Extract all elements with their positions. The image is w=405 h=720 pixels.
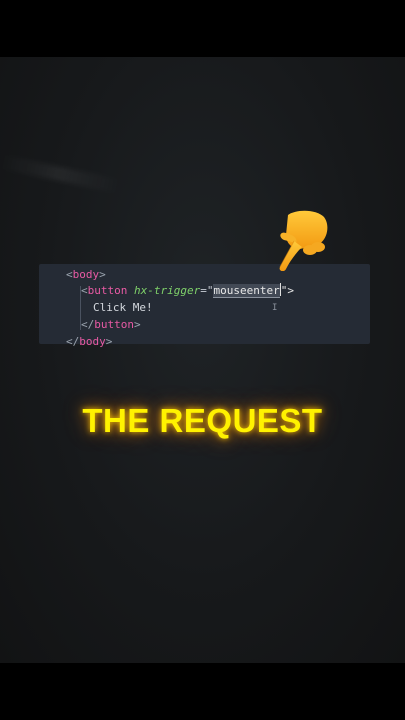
code-punct: > [134, 318, 141, 331]
code-attribute: hx-trigger [134, 284, 201, 297]
headline-caption: THE REQUEST [82, 402, 323, 439]
code-punct: > [105, 335, 113, 348]
code-text: Click Me! [93, 301, 153, 314]
code-punct: "> [280, 284, 294, 297]
light-streak [0, 154, 121, 194]
code-line-button-open: <button hx-trigger="mouseenter"> [81, 283, 294, 299]
code-tag: button [87, 284, 128, 297]
code-punct: < [81, 284, 88, 297]
code-line-button-close: </button> [81, 317, 141, 333]
pointing-down-hand-icon [279, 210, 328, 271]
code-line-text: Click Me! [93, 300, 153, 316]
letterbox-top [0, 0, 405, 57]
code-punct: > [99, 268, 106, 281]
code-selected-string[interactable]: mouseenter [213, 284, 280, 298]
mouse-ibeam-icon: I [272, 303, 278, 313]
code-tag: body [72, 268, 100, 281]
code-tag: button [94, 318, 134, 331]
code-tag: body [79, 335, 106, 348]
code-line-body-open: <body> [66, 267, 106, 283]
code-line-body-close: </body> [66, 334, 112, 350]
code-punct: =" [200, 284, 214, 297]
video-frame: <body> <button hx-trigger="mouseenter"> … [0, 57, 405, 663]
code-punct: < [66, 268, 73, 281]
code-punct: </ [81, 318, 95, 331]
code-editor-panel[interactable]: <body> <button hx-trigger="mouseenter"> … [39, 264, 370, 348]
letterbox-bottom [0, 663, 405, 720]
code-punct: </ [66, 335, 80, 348]
